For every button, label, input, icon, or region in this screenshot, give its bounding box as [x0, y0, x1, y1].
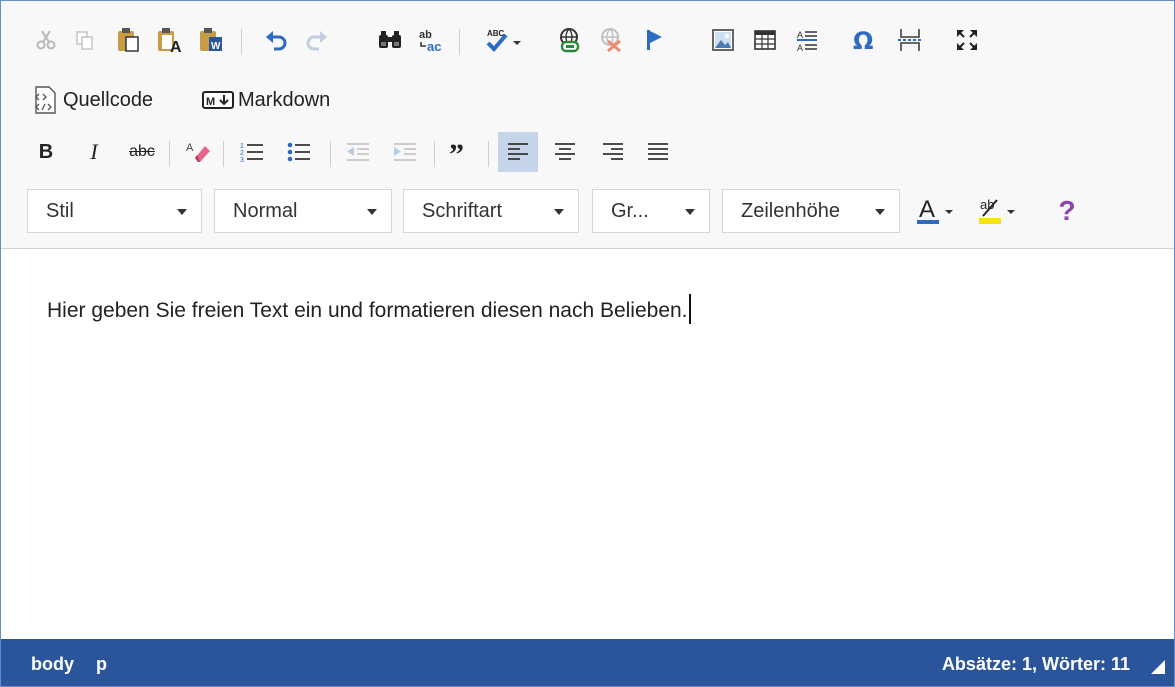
svg-text:A: A: [186, 142, 194, 154]
source-code-icon: [33, 86, 59, 114]
word-count: Absätze: 1, Wörter: 11: [941, 654, 1130, 674]
element-path: body p: [31, 654, 124, 675]
font-size-dropdown-value: Gr...: [611, 199, 649, 222]
help-icon[interactable]: ?: [1051, 194, 1083, 228]
anchor-flag-icon[interactable]: [638, 23, 670, 57]
font-size-dropdown[interactable]: Gr...: [592, 189, 710, 233]
path-item-body[interactable]: body: [31, 654, 74, 674]
image-icon[interactable]: [707, 23, 739, 57]
svg-text:A: A: [797, 30, 803, 40]
text-caret: [688, 294, 691, 324]
unlink-icon[interactable]: [595, 23, 627, 57]
horizontal-rule-icon[interactable]: AA: [791, 23, 823, 57]
blockquote-icon[interactable]: ”: [445, 135, 477, 169]
align-justify-icon[interactable]: [642, 135, 674, 169]
markdown-button-label: Markdown: [238, 88, 331, 111]
paste-text-icon[interactable]: A: [154, 23, 186, 57]
maximize-icon[interactable]: [951, 23, 983, 57]
copy-icon[interactable]: [69, 23, 101, 57]
line-height-dropdown-value: Zeilenhöhe: [741, 199, 840, 222]
svg-text:Ω: Ω: [853, 27, 873, 53]
replace-icon[interactable]: ab ac: [415, 23, 447, 57]
outdent-icon[interactable]: [342, 135, 374, 169]
separator: [488, 141, 489, 167]
chevron-down-icon: [685, 209, 695, 215]
svg-text:ABC: ABC: [487, 29, 505, 38]
toolbar: A W ab ac ABC A A Ω Quellcode M Markdown…: [1, 1, 1174, 249]
style-dropdown[interactable]: Stil: [27, 189, 202, 233]
chevron-down-icon: [554, 209, 564, 215]
separator: [223, 141, 224, 167]
special-char-omega-icon[interactable]: Ω: [848, 23, 880, 57]
editor-content[interactable]: Hier geben Sie freien Text ein und forma…: [47, 294, 691, 324]
align-center-icon[interactable]: [549, 135, 581, 169]
svg-text:W: W: [211, 41, 221, 52]
svg-text:M: M: [206, 96, 215, 108]
path-item-p[interactable]: p: [96, 654, 107, 674]
markdown-icon: M: [202, 91, 234, 109]
font-dropdown[interactable]: Schriftart: [403, 189, 579, 233]
markdown-button[interactable]: M Markdown: [202, 83, 330, 117]
indent-icon[interactable]: [389, 135, 421, 169]
paste-icon[interactable]: [112, 23, 144, 57]
bold-button[interactable]: B: [30, 135, 62, 169]
font-dropdown-value: Schriftart: [422, 199, 503, 222]
separator: [241, 29, 242, 55]
source-button-label: Quellcode: [63, 88, 154, 111]
status-bar: body p Absätze: 1, Wörter: 11: [1, 639, 1174, 686]
remove-format-eraser-icon[interactable]: A: [182, 135, 214, 169]
source-button[interactable]: Quellcode: [33, 83, 153, 117]
chevron-down-icon: [367, 209, 377, 215]
svg-text:ac: ac: [427, 39, 441, 53]
svg-text:A: A: [170, 39, 182, 53]
content-paragraph[interactable]: Hier geben Sie freien Text ein und forma…: [47, 299, 688, 322]
strikethrough-button[interactable]: abc: [125, 135, 159, 169]
link-icon[interactable]: [554, 23, 586, 57]
svg-text:”: ”: [449, 140, 464, 164]
undo-icon[interactable]: [260, 23, 292, 57]
style-dropdown-value: Stil: [46, 199, 74, 222]
table-icon[interactable]: [749, 23, 781, 57]
cut-icon[interactable]: [30, 23, 62, 57]
chevron-down-icon: [875, 209, 885, 215]
svg-text:1: 1: [240, 143, 244, 150]
separator: [330, 141, 331, 167]
spellcheck-icon[interactable]: ABC: [481, 23, 525, 57]
paste-word-icon[interactable]: W: [196, 23, 228, 57]
resize-grip-icon[interactable]: [1148, 657, 1166, 680]
separator: [434, 141, 435, 167]
line-height-dropdown[interactable]: Zeilenhöhe: [722, 189, 900, 233]
separator: [459, 29, 460, 55]
format-dropdown[interactable]: Normal: [214, 189, 392, 233]
svg-text:A: A: [919, 196, 935, 223]
italic-button[interactable]: I: [78, 135, 110, 169]
bullet-list-icon[interactable]: [283, 135, 315, 169]
rich-text-editor: A W ab ac ABC A A Ω Quellcode M Markdown…: [0, 0, 1175, 687]
redo-icon[interactable]: [301, 23, 333, 57]
svg-text:3: 3: [240, 157, 244, 164]
chevron-down-icon: [177, 209, 187, 215]
align-right-icon[interactable]: [597, 135, 629, 169]
numbered-list-icon[interactable]: 123: [236, 135, 268, 169]
find-icon[interactable]: [374, 23, 406, 57]
format-dropdown-value: Normal: [233, 199, 298, 222]
svg-text:A: A: [797, 43, 803, 52]
separator: [169, 141, 170, 167]
background-color-icon[interactable]: ab: [976, 194, 1022, 228]
svg-text:2: 2: [240, 150, 244, 157]
text-color-icon[interactable]: A: [914, 194, 960, 228]
align-left-icon[interactable]: [498, 132, 538, 172]
page-break-icon[interactable]: [894, 23, 926, 57]
